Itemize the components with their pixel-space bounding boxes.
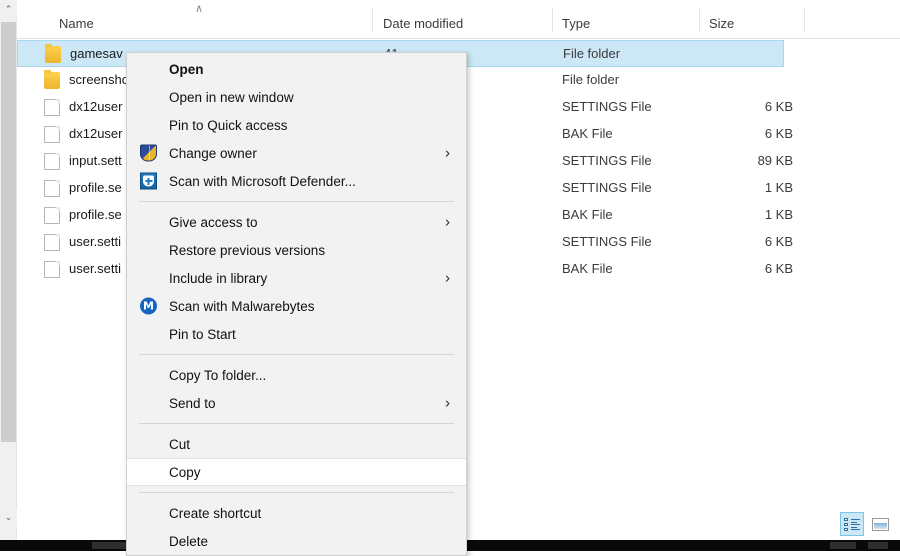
column-divider[interactable]	[552, 8, 553, 32]
file-type: BAK File	[562, 261, 613, 276]
file-size: 6 KB	[709, 126, 793, 141]
view-mode-toggle-group	[840, 512, 892, 536]
context-menu-item-label: Create shortcut	[169, 506, 261, 521]
context-menu-item-label: Include in library	[169, 271, 267, 286]
file-icon	[44, 261, 60, 278]
vertical-scrollbar[interactable]: ⌃ ⌄	[0, 0, 17, 540]
context-menu-item-label: Cut	[169, 437, 190, 452]
chevron-right-icon: ›	[445, 215, 450, 230]
context-menu-item[interactable]: Create shortcut	[127, 499, 466, 527]
context-menu-item-label: Copy	[169, 465, 201, 480]
context-menu-item[interactable]: Change owner ›	[127, 139, 466, 167]
context-menu-item-label: Change owner	[169, 146, 257, 161]
column-header-size[interactable]: Size	[709, 16, 734, 31]
large-icons-view-button[interactable]	[868, 512, 892, 536]
file-size: 6 KB	[709, 261, 793, 276]
context-menu-item[interactable]: Give access to ›	[127, 208, 466, 236]
context-menu-item[interactable]: Copy To folder...	[127, 361, 466, 389]
file-type: SETTINGS File	[562, 99, 652, 114]
column-divider[interactable]	[372, 8, 373, 32]
defender-shield-icon	[140, 173, 157, 190]
context-menu-item[interactable]: Include in library ›	[127, 264, 466, 292]
column-header-bar: ∧ Name Date modified Type Size	[17, 0, 900, 39]
context-menu-item[interactable]: Open in new window	[127, 83, 466, 111]
file-size: 1 KB	[709, 180, 793, 195]
context-menu-item[interactable]: Send to ›	[127, 389, 466, 417]
context-menu-item[interactable]: Pin to Start	[127, 320, 466, 348]
context-menu-item[interactable]: Open	[127, 55, 466, 83]
context-menu: Open Open in new window Pin to Quick acces…	[126, 52, 467, 556]
context-menu-item[interactable]: M Scan with Malwarebytes	[127, 292, 466, 320]
file-type: SETTINGS File	[562, 234, 652, 249]
context-menu-item-label: Pin to Quick access	[169, 118, 288, 133]
file-type: SETTINGS File	[562, 180, 652, 195]
column-header-date-modified[interactable]: Date modified	[383, 16, 463, 31]
file-icon	[44, 99, 60, 116]
context-menu-item-label: Pin to Start	[169, 327, 236, 342]
scrollbar-up-arrow-icon[interactable]: ⌃	[0, 0, 17, 18]
context-menu-item-label: Open	[169, 62, 204, 77]
column-header-type[interactable]: Type	[562, 16, 590, 31]
context-menu-item-label: Scan with Microsoft Defender...	[169, 174, 356, 189]
context-menu-item[interactable]: Cut	[127, 430, 466, 458]
context-menu-item[interactable]: Copy	[127, 458, 466, 486]
context-menu-item-label: Give access to	[169, 215, 258, 230]
context-menu-item-label: Scan with Malwarebytes	[169, 299, 315, 314]
file-type: File folder	[563, 46, 620, 61]
file-icon	[44, 153, 60, 170]
file-type: File folder	[562, 72, 619, 87]
file-explorer-window: ⌃ ⌄ ∧ Name Date modified Type Size games…	[0, 0, 900, 551]
large-icons-view-icon	[872, 518, 889, 531]
uac-shield-icon	[140, 145, 157, 162]
file-icon	[44, 234, 60, 251]
file-icon	[44, 207, 60, 224]
menu-separator	[139, 492, 454, 493]
column-header-name[interactable]: Name	[59, 16, 94, 31]
context-menu-item[interactable]: Scan with Microsoft Defender...	[127, 167, 466, 195]
context-menu-item-label: Open in new window	[169, 90, 294, 105]
file-type: BAK File	[562, 207, 613, 222]
context-menu-item[interactable]: Restore previous versions	[127, 236, 466, 264]
file-size: 6 KB	[709, 99, 793, 114]
scrollbar-thumb[interactable]	[1, 22, 16, 442]
chevron-right-icon: ›	[445, 146, 450, 161]
details-view-icon	[844, 518, 860, 531]
file-type: BAK File	[562, 126, 613, 141]
file-type: SETTINGS File	[562, 153, 652, 168]
context-menu-item-label: Restore previous versions	[169, 243, 325, 258]
malwarebytes-icon: M	[140, 298, 157, 315]
menu-separator	[139, 354, 454, 355]
file-size: 1 KB	[709, 207, 793, 222]
menu-separator	[139, 423, 454, 424]
context-menu-item[interactable]: Pin to Quick access	[127, 111, 466, 139]
file-size: 89 KB	[709, 153, 793, 168]
menu-separator	[139, 201, 454, 202]
sort-ascending-icon: ∧	[195, 4, 203, 15]
chevron-right-icon: ›	[445, 396, 450, 411]
column-divider[interactable]	[804, 8, 805, 32]
file-icon	[44, 180, 60, 197]
file-size: 6 KB	[709, 234, 793, 249]
context-menu-item-label: Copy To folder...	[169, 368, 266, 383]
scrollbar-down-arrow-icon[interactable]: ⌄	[0, 508, 17, 526]
context-menu-item-label: Delete	[169, 534, 208, 549]
column-divider[interactable]	[699, 8, 700, 32]
file-icon	[44, 126, 60, 143]
details-view-button[interactable]	[840, 512, 864, 536]
folder-icon	[44, 72, 60, 89]
chevron-right-icon: ›	[445, 271, 450, 286]
folder-icon	[45, 46, 61, 63]
context-menu-item-label: Send to	[169, 396, 216, 411]
